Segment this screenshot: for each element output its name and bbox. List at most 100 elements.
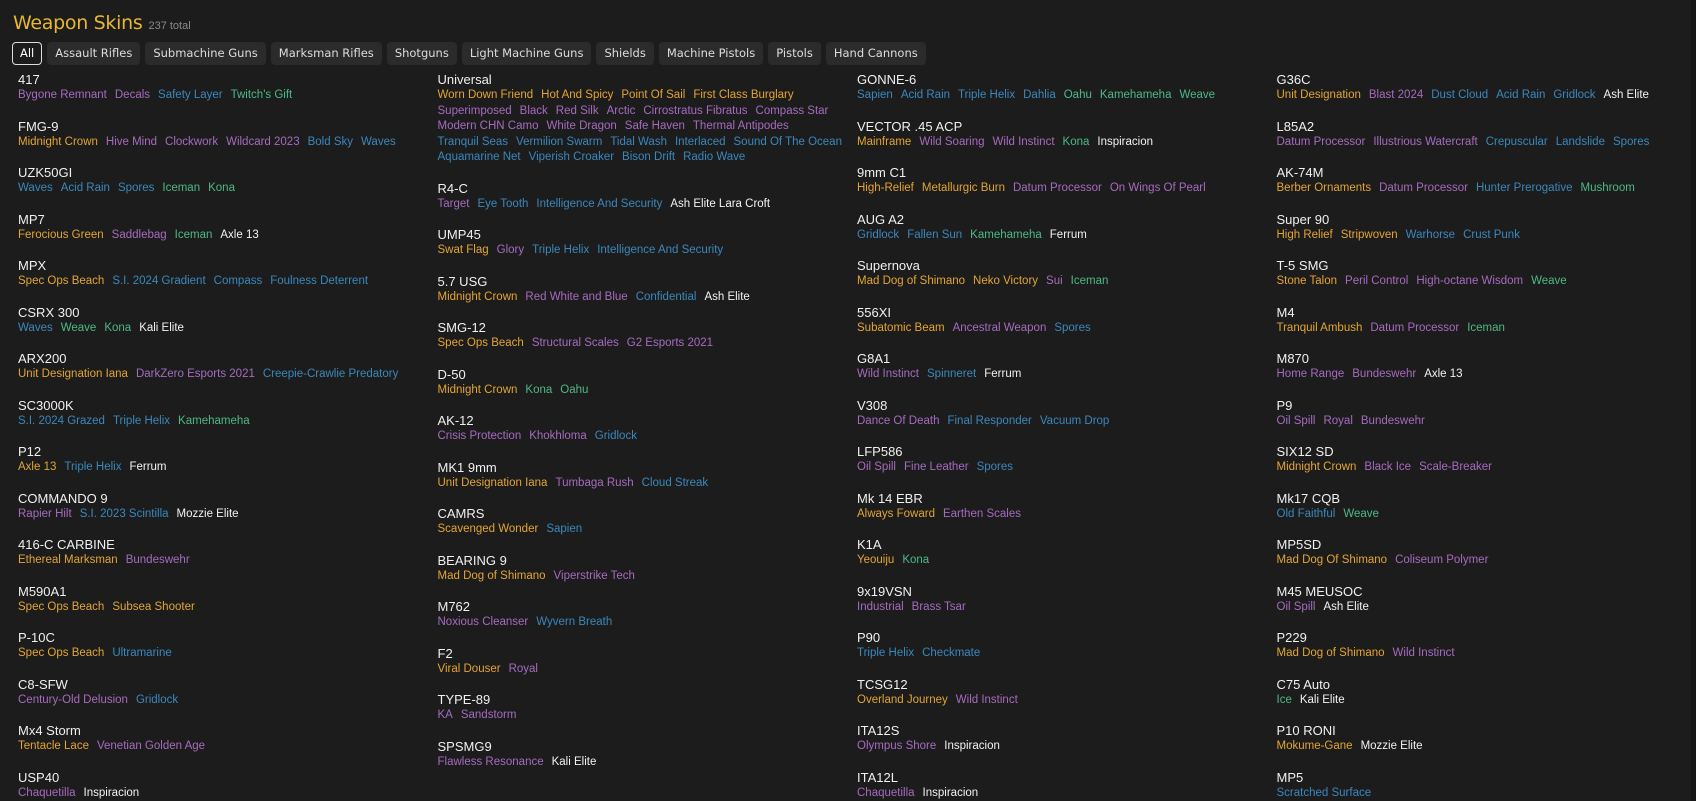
skin-link[interactable]: Fine Leather xyxy=(904,460,969,476)
skin-link[interactable]: KA xyxy=(438,708,453,724)
skin-link[interactable]: Century-Old Delusion xyxy=(18,693,128,709)
skin-link[interactable]: Ash Elite xyxy=(1604,88,1649,104)
skin-link[interactable]: Gridlock xyxy=(595,429,637,445)
skin-link[interactable]: S.I. 2024 Grazed xyxy=(18,414,105,430)
skin-link[interactable]: Sui xyxy=(1046,274,1063,290)
skin-link[interactable]: Tidal Wash xyxy=(610,135,667,151)
skin-link[interactable]: Stone Talon xyxy=(1277,274,1338,290)
skin-link[interactable]: Scale-Breaker xyxy=(1419,460,1492,476)
skin-link[interactable]: Modern CHN Camo xyxy=(438,119,539,135)
skin-link[interactable]: Interlaced xyxy=(675,135,726,151)
skin-link[interactable]: Wyvern Breath xyxy=(536,615,612,631)
skin-link[interactable]: Midnight Crown xyxy=(1277,460,1357,476)
skin-link[interactable]: Red White and Blue xyxy=(525,290,627,306)
skin-link[interactable]: Waves xyxy=(18,321,53,337)
skin-link[interactable]: Ferrum xyxy=(1050,228,1087,244)
skin-link[interactable]: Cirrostratus Fibratus xyxy=(643,104,747,120)
skin-link[interactable]: Spec Ops Beach xyxy=(18,600,104,616)
skin-link[interactable]: Olympus Shore xyxy=(857,739,936,755)
skin-link[interactable]: Blast 2024 xyxy=(1369,88,1423,104)
skin-link[interactable]: Red Silk xyxy=(556,104,599,120)
skin-link[interactable]: Unit Designation Iana xyxy=(18,367,128,383)
skin-link[interactable]: Spores xyxy=(977,460,1013,476)
skin-link[interactable]: Earthen Scales xyxy=(943,507,1021,523)
skin-link[interactable]: Ethereal Marksman xyxy=(18,553,118,569)
skin-link[interactable]: Gridlock xyxy=(1553,88,1595,104)
skin-link[interactable]: Mad Dog Of Shimano xyxy=(1277,553,1388,569)
skin-link[interactable]: Mainframe xyxy=(857,135,911,151)
skin-link[interactable]: Oil Spill xyxy=(1277,414,1316,430)
tab-light-machine-guns[interactable]: Light Machine Guns xyxy=(461,42,592,65)
skin-link[interactable]: Ancestral Weapon xyxy=(953,321,1047,337)
skin-link[interactable]: Waves xyxy=(18,181,53,197)
skin-link[interactable]: Datum Processor xyxy=(1370,321,1459,337)
skin-link[interactable]: Triple Helix xyxy=(958,88,1015,104)
skin-link[interactable]: Tranquil Ambush xyxy=(1277,321,1363,337)
skin-link[interactable]: Wild Instinct xyxy=(857,367,919,383)
skin-link[interactable]: Decals xyxy=(115,88,150,104)
skin-link[interactable]: Sapien xyxy=(546,522,582,538)
skin-link[interactable]: Ash Elite xyxy=(704,290,749,306)
skin-link[interactable]: Industrial xyxy=(857,600,904,616)
skin-link[interactable]: Unit Designation xyxy=(1277,88,1361,104)
skin-link[interactable]: Midnight Crown xyxy=(438,383,518,399)
skin-link[interactable]: Iceman xyxy=(162,181,200,197)
skin-link[interactable]: Acid Rain xyxy=(1496,88,1545,104)
skin-link[interactable]: Axle 13 xyxy=(220,228,258,244)
skin-link[interactable]: Wild Instinct xyxy=(1393,646,1455,662)
skin-link[interactable]: First Class Burglary xyxy=(693,88,793,104)
tab-submachine-guns[interactable]: Submachine Guns xyxy=(145,42,266,65)
skin-link[interactable]: Unit Designation Iana xyxy=(438,476,548,492)
skin-link[interactable]: Dahlia xyxy=(1023,88,1056,104)
skin-link[interactable]: Saddlebag xyxy=(112,228,167,244)
skin-link[interactable]: Venetian Golden Age xyxy=(97,739,205,755)
skin-link[interactable]: Clockwork xyxy=(165,135,218,151)
skin-link[interactable]: Target xyxy=(438,197,470,213)
skin-link[interactable]: Landslide xyxy=(1556,135,1605,151)
skin-link[interactable]: Intelligence And Security xyxy=(536,197,662,213)
skin-link[interactable]: Iceman xyxy=(175,228,213,244)
skin-link[interactable]: Weave xyxy=(61,321,97,337)
skin-link[interactable]: Datum Processor xyxy=(1277,135,1366,151)
skin-link[interactable]: Midnight Crown xyxy=(438,290,518,306)
skin-link[interactable]: Yeouiju xyxy=(857,553,894,569)
skin-link[interactable]: Scavenged Wonder xyxy=(438,522,539,538)
skin-link[interactable]: Inspiracion xyxy=(944,739,1000,755)
skin-link[interactable]: Safety Layer xyxy=(158,88,223,104)
skin-link[interactable]: Black Ice xyxy=(1364,460,1411,476)
skin-link[interactable]: Twitch's Gift xyxy=(231,88,293,104)
skin-link[interactable]: Intelligence And Security xyxy=(597,243,723,259)
skin-link[interactable]: Hot And Spicy xyxy=(541,88,613,104)
skin-link[interactable]: Triple Helix xyxy=(857,646,914,662)
skin-link[interactable]: Stripwoven xyxy=(1341,228,1398,244)
skin-link[interactable]: Spores xyxy=(1054,321,1090,337)
skin-link[interactable]: G2 Esports 2021 xyxy=(627,336,713,352)
skin-link[interactable]: Compass xyxy=(214,274,263,290)
skin-link[interactable]: Datum Processor xyxy=(1013,181,1102,197)
skin-link[interactable]: High Relief xyxy=(1277,228,1333,244)
skin-link[interactable]: Spores xyxy=(1613,135,1649,151)
skin-link[interactable]: Subatomic Beam xyxy=(857,321,945,337)
skin-link[interactable]: Inspiracion xyxy=(923,786,979,801)
skin-link[interactable]: Peril Control xyxy=(1345,274,1408,290)
skin-link[interactable]: Checkmate xyxy=(922,646,980,662)
skin-link[interactable]: Tentacle Lace xyxy=(18,739,89,755)
skin-link[interactable]: Worn Down Friend xyxy=(438,88,534,104)
tab-hand-cannons[interactable]: Hand Cannons xyxy=(825,42,926,65)
tab-shotguns[interactable]: Shotguns xyxy=(386,42,457,65)
skin-link[interactable]: Home Range xyxy=(1277,367,1345,383)
skin-link[interactable]: Ash Elite xyxy=(1323,600,1368,616)
skin-link[interactable]: Confidential xyxy=(636,290,697,306)
skin-link[interactable]: Creepie-Crawlie Predatory xyxy=(263,367,399,383)
skin-link[interactable]: Ultramarine xyxy=(112,646,171,662)
skin-link[interactable]: Noxious Cleanser xyxy=(438,615,529,631)
skin-link[interactable]: Acid Rain xyxy=(901,88,950,104)
skin-link[interactable]: Old Faithful xyxy=(1277,507,1336,523)
skin-link[interactable]: Rapier Hilt xyxy=(18,507,72,523)
skin-link[interactable]: Kali Elite xyxy=(552,755,597,771)
skin-link[interactable]: Oahu xyxy=(560,383,588,399)
skin-link[interactable]: On Wings Of Pearl xyxy=(1110,181,1206,197)
skin-link[interactable]: Spores xyxy=(118,181,154,197)
tab-machine-pistols[interactable]: Machine Pistols xyxy=(658,42,764,65)
tab-all[interactable]: All xyxy=(12,42,43,65)
